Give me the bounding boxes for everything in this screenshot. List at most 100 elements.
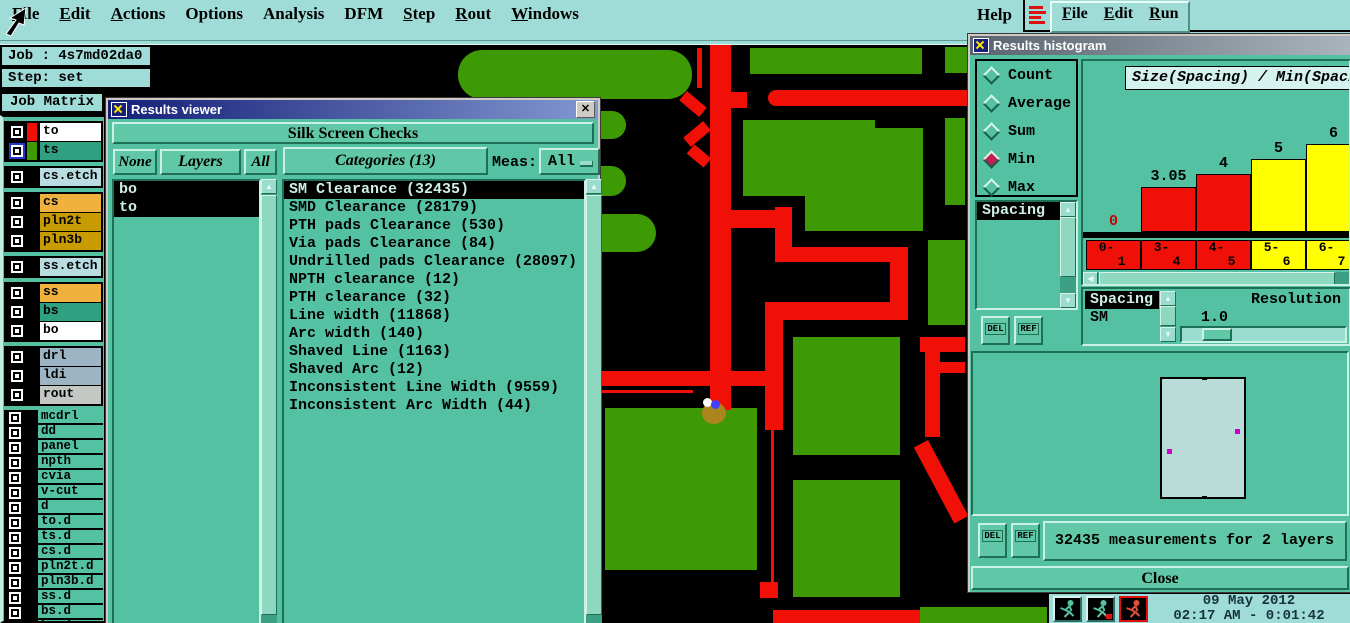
menu-item-rout[interactable]: Rout xyxy=(455,4,491,24)
layer-row-cs[interactable]: cs xyxy=(6,194,101,212)
layer-row-ss[interactable]: ss xyxy=(6,284,101,302)
board-preview-panel[interactable] xyxy=(971,351,1349,516)
bin-range-cell[interactable]: 0- 1 xyxy=(1086,240,1141,270)
layer-checkbox[interactable] xyxy=(11,197,23,209)
bin-range-cell[interactable]: 3- 4 xyxy=(1141,240,1196,270)
layer-row-to[interactable]: to xyxy=(6,123,101,141)
layer-checkbox[interactable] xyxy=(9,501,21,514)
layer-checkbox[interactable] xyxy=(9,561,21,574)
resolution-slider[interactable] xyxy=(1180,326,1347,343)
chart-h-scrollbar[interactable]: ◀ xyxy=(1083,272,1349,284)
layer-checkbox[interactable] xyxy=(9,576,21,589)
menu-item-actions[interactable]: Actions xyxy=(111,4,166,24)
scroll-up-icon[interactable]: ▲ xyxy=(1160,291,1176,306)
category-item[interactable]: Inconsistent Arc Width (44) xyxy=(284,397,584,415)
layer-row-v-cut[interactable]: v-cut xyxy=(4,485,103,500)
stat-radio-max[interactable]: Max xyxy=(977,173,1076,201)
bin-range-cell[interactable]: 4- 5 xyxy=(1196,240,1251,270)
layer-row-dd[interactable]: dd xyxy=(4,425,103,440)
layers-scrollbar[interactable]: ▲ xyxy=(261,179,277,623)
layer-checkbox[interactable] xyxy=(9,591,21,604)
slider-thumb[interactable] xyxy=(1202,328,1232,341)
layer-row-rout[interactable]: rout xyxy=(6,385,101,404)
layer-checkbox[interactable] xyxy=(11,389,23,401)
menu-item-analysis[interactable]: Analysis xyxy=(263,4,324,24)
categories-list[interactable]: SM Clearance (32435) SMD Clearance (28179… xyxy=(282,179,586,623)
measure-layer-item[interactable]: Spacing xyxy=(1085,291,1159,309)
layer-row-pln3b.d[interactable]: pln3b.d xyxy=(4,575,103,590)
layer-checkbox[interactable] xyxy=(11,287,23,299)
grip-icon[interactable] xyxy=(1029,4,1047,27)
scrollbar-thumb[interactable] xyxy=(261,195,277,615)
layer-row-drl[interactable]: drl xyxy=(6,348,101,366)
stat-radio-min[interactable]: Min xyxy=(977,145,1076,173)
lower-scrollbar[interactable]: ▲ ▼ xyxy=(1160,291,1176,342)
layer-row-npth[interactable]: npth xyxy=(4,455,103,470)
scroll-down-icon[interactable]: ▼ xyxy=(1160,327,1176,342)
layer-checkbox[interactable] xyxy=(11,306,23,318)
layer-row-ss.etch[interactable]: ss.etch xyxy=(6,258,101,276)
layer-checkbox[interactable] xyxy=(11,216,23,228)
layer-row-cvia[interactable]: cvia xyxy=(4,470,103,485)
runner-flag-icon[interactable] xyxy=(1086,596,1115,622)
scroll-up-icon[interactable]: ▲ xyxy=(586,179,602,194)
layer-row-ldi[interactable]: ldi xyxy=(6,366,101,385)
layer-checkbox[interactable] xyxy=(11,351,23,363)
meas-dropdown[interactable]: All xyxy=(539,148,600,175)
layer-checkbox[interactable] xyxy=(9,531,21,544)
layer-checkbox[interactable] xyxy=(11,145,23,157)
layer-row-bs.d[interactable]: bs.d xyxy=(4,605,103,620)
scroll-down-icon[interactable]: ▼ xyxy=(1060,293,1076,308)
menu-item-dfm[interactable]: DFM xyxy=(344,4,383,24)
category-item[interactable]: Undrilled pads Clearance (28097) xyxy=(284,253,584,271)
del-button[interactable]: DEL xyxy=(981,316,1010,345)
category-item[interactable]: PTH pads Clearance (530) xyxy=(284,217,584,235)
mini-menu-item-run[interactable]: Run xyxy=(1149,5,1178,23)
layer-checkbox[interactable] xyxy=(11,235,23,247)
mini-menu-item-edit[interactable]: Edit xyxy=(1104,5,1133,23)
all-button[interactable]: All xyxy=(244,149,277,175)
layer-checkbox[interactable] xyxy=(9,411,21,424)
del-button[interactable]: DEL xyxy=(978,523,1007,558)
layer-checkbox[interactable] xyxy=(11,261,23,273)
category-item[interactable]: Inconsistent Line Width (9559) xyxy=(284,379,584,397)
category-item[interactable]: Line width (11868) xyxy=(284,307,584,325)
layer-checkbox[interactable] xyxy=(9,486,21,499)
layer-row-ts.d[interactable]: ts.d xyxy=(4,530,103,545)
layer-checkbox[interactable] xyxy=(11,126,23,138)
runner-alert-icon[interactable] xyxy=(1119,596,1148,622)
runner-icon[interactable] xyxy=(1053,596,1082,622)
layers-list-item[interactable]: to xyxy=(114,199,259,217)
ref-button[interactable]: REF xyxy=(1011,523,1040,558)
layer-row-cs.d[interactable]: cs.d xyxy=(4,545,103,560)
category-item[interactable]: NPTH clearance (12) xyxy=(284,271,584,289)
layers-list-item[interactable]: bo xyxy=(114,181,259,199)
menu-item-edit[interactable]: Edit xyxy=(59,4,90,24)
results-viewer-titlebar[interactable]: Results viewer ✕ xyxy=(108,100,598,119)
histogram-bar[interactable] xyxy=(1306,144,1349,232)
bin-range-cell[interactable]: 6- 7 xyxy=(1306,240,1349,270)
scroll-left-icon[interactable]: ◀ xyxy=(1083,272,1098,284)
layer-row-to.d[interactable]: to.d xyxy=(4,515,103,530)
layer-row-mcdrl[interactable]: mcdrl xyxy=(4,410,103,425)
none-button[interactable]: None xyxy=(113,149,157,175)
layer-row-d[interactable]: d xyxy=(4,500,103,515)
layers-list[interactable]: bo to xyxy=(112,179,261,623)
category-item[interactable]: Shaved Arc (12) xyxy=(284,361,584,379)
category-item[interactable]: Via pads Clearance (84) xyxy=(284,235,584,253)
category-item[interactable]: SMD Clearance (28179) xyxy=(284,199,584,217)
layer-checkbox[interactable] xyxy=(9,516,21,529)
histogram-chart-panel[interactable]: Size(Spacing) / Min(Spaci 0 0- 1 3.05 3- 4 4 4-… xyxy=(1081,59,1350,286)
histogram-bar[interactable] xyxy=(1196,174,1251,232)
measure-list-box[interactable]: Spacing ▲ ▼ xyxy=(975,200,1078,310)
categories-scrollbar[interactable]: ▲ xyxy=(586,179,602,623)
categories-header-button[interactable]: Categories (13) xyxy=(283,147,488,175)
scrollbar-thumb[interactable] xyxy=(586,195,602,615)
menu-item-step[interactable]: Step xyxy=(403,4,435,24)
layer-row-pln2t[interactable]: pln2t xyxy=(6,212,101,231)
layer-checkbox[interactable] xyxy=(9,546,21,559)
layer-checkbox[interactable] xyxy=(9,456,21,469)
layer-row-bo[interactable]: bo xyxy=(6,321,101,340)
close-button[interactable]: Close xyxy=(971,566,1349,590)
layer-row-panel[interactable]: panel xyxy=(4,440,103,455)
